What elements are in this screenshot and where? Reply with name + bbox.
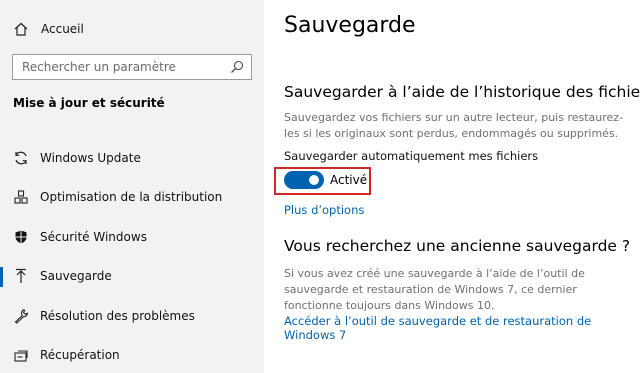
refresh-icon xyxy=(13,150,29,166)
settings-search[interactable]: Rechercher un paramètre xyxy=(12,54,252,80)
file-history-heading: Sauvegarder à l’aide de l’historique des… xyxy=(284,83,640,101)
shield-icon xyxy=(13,229,29,245)
sidebar-item-label: Résolution des problèmes xyxy=(40,308,195,323)
search-input[interactable]: Rechercher un paramètre xyxy=(22,60,230,74)
sidebar-item-delivery-optimization[interactable]: Optimisation de la distribution xyxy=(0,178,264,218)
wrench-icon xyxy=(13,308,29,324)
section-title: Mise à jour et sécurité xyxy=(13,96,165,110)
home-label: Accueil xyxy=(41,22,84,36)
home-link[interactable]: Accueil xyxy=(13,18,84,40)
sidebar-item-troubleshoot[interactable]: Résolution des problèmes xyxy=(0,296,264,336)
file-history-description: Sauvegardez vos fichiers sur un autre le… xyxy=(284,111,624,140)
search-icon[interactable] xyxy=(230,60,244,74)
sidebar-item-label: Windows Update xyxy=(40,150,141,165)
sidebar-item-label: Sauvegarde xyxy=(40,269,112,284)
auto-backup-caption: Sauvegarder automatiquement mes fichiers xyxy=(284,149,539,163)
sidebar-item-windows-security[interactable]: Sécurité Windows xyxy=(0,217,264,257)
delivery-optimization-icon xyxy=(13,189,29,205)
sidebar-item-label: Sécurité Windows xyxy=(40,229,147,244)
old-backup-description: Si vous avez créé une sauvegarde à l’aid… xyxy=(284,267,585,312)
sidebar-item-windows-update[interactable]: Windows Update xyxy=(0,138,264,178)
backup-arrow-icon xyxy=(13,268,29,284)
sidebar-item-recovery[interactable]: Récupération xyxy=(0,336,264,373)
page-title: Sauvegarde xyxy=(284,13,416,38)
main-content: Sauvegarde Sauvegarder à l’aide de l’his… xyxy=(264,0,640,373)
home-icon xyxy=(13,21,29,37)
sidebar-item-backup[interactable]: Sauvegarde xyxy=(0,257,264,297)
toggle-state-label: Activé xyxy=(330,173,368,187)
sidebar-item-label: Optimisation de la distribution xyxy=(40,190,223,205)
sidebar-nav: Windows Update Optimisation de la distri… xyxy=(0,138,264,373)
toggle-knob xyxy=(309,175,319,185)
auto-backup-toggle[interactable] xyxy=(284,171,324,189)
windows7-backup-tool-link[interactable]: Accéder à l’outil de sauvegarde et de re… xyxy=(284,314,640,342)
recovery-icon xyxy=(13,347,29,363)
old-backup-heading: Vous recherchez une ancienne sauvegarde … xyxy=(284,237,631,255)
more-options-link[interactable]: Plus d’options xyxy=(284,203,364,217)
sidebar-item-label: Récupération xyxy=(40,348,120,363)
sidebar: Accueil Rechercher un paramètre Mise à j… xyxy=(0,0,264,373)
